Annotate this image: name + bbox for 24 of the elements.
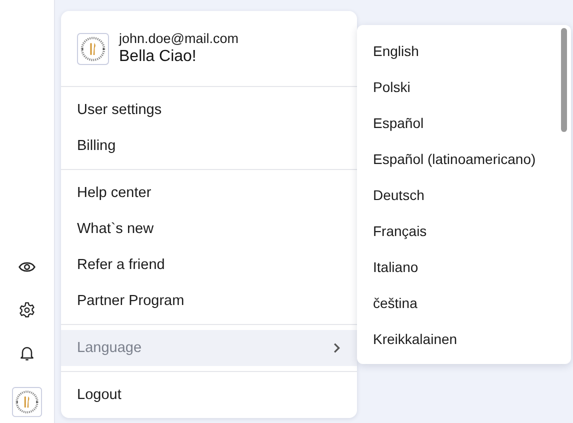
account-email: john.doe@mail.com xyxy=(119,31,239,47)
account-name: Bella Ciao! xyxy=(119,47,198,67)
menu-item[interactable]: Billing xyxy=(61,128,357,164)
menu-item[interactable]: Partner Program xyxy=(61,283,357,319)
restaurant-logo-icon xyxy=(77,33,109,65)
menu-item[interactable]: What`s new xyxy=(61,211,357,247)
menu-item[interactable]: Help center xyxy=(61,175,357,211)
language-option[interactable]: Français xyxy=(357,213,571,249)
language-option[interactable]: čeština xyxy=(357,285,571,321)
menu-item[interactable]: Refer a friend xyxy=(61,247,357,283)
menu-item[interactable]: Language xyxy=(61,330,357,366)
avatar-icon[interactable] xyxy=(12,387,42,417)
settings-icon[interactable] xyxy=(18,301,36,319)
menu-item[interactable]: User settings xyxy=(61,92,357,128)
language-option[interactable]: Deutsch xyxy=(357,177,571,213)
language-option[interactable]: Español (latinoamericano) xyxy=(357,141,571,177)
bell-icon[interactable] xyxy=(18,344,36,362)
language-option[interactable]: Español xyxy=(357,105,571,141)
language-option[interactable]: Kreikkalainen xyxy=(357,321,571,357)
scrollbar[interactable] xyxy=(561,28,567,132)
language-option[interactable]: Polski xyxy=(357,69,571,105)
menu-item[interactable]: Logout xyxy=(61,377,357,413)
language-option[interactable]: Italiano xyxy=(357,249,571,285)
language-option[interactable]: English xyxy=(357,33,571,69)
